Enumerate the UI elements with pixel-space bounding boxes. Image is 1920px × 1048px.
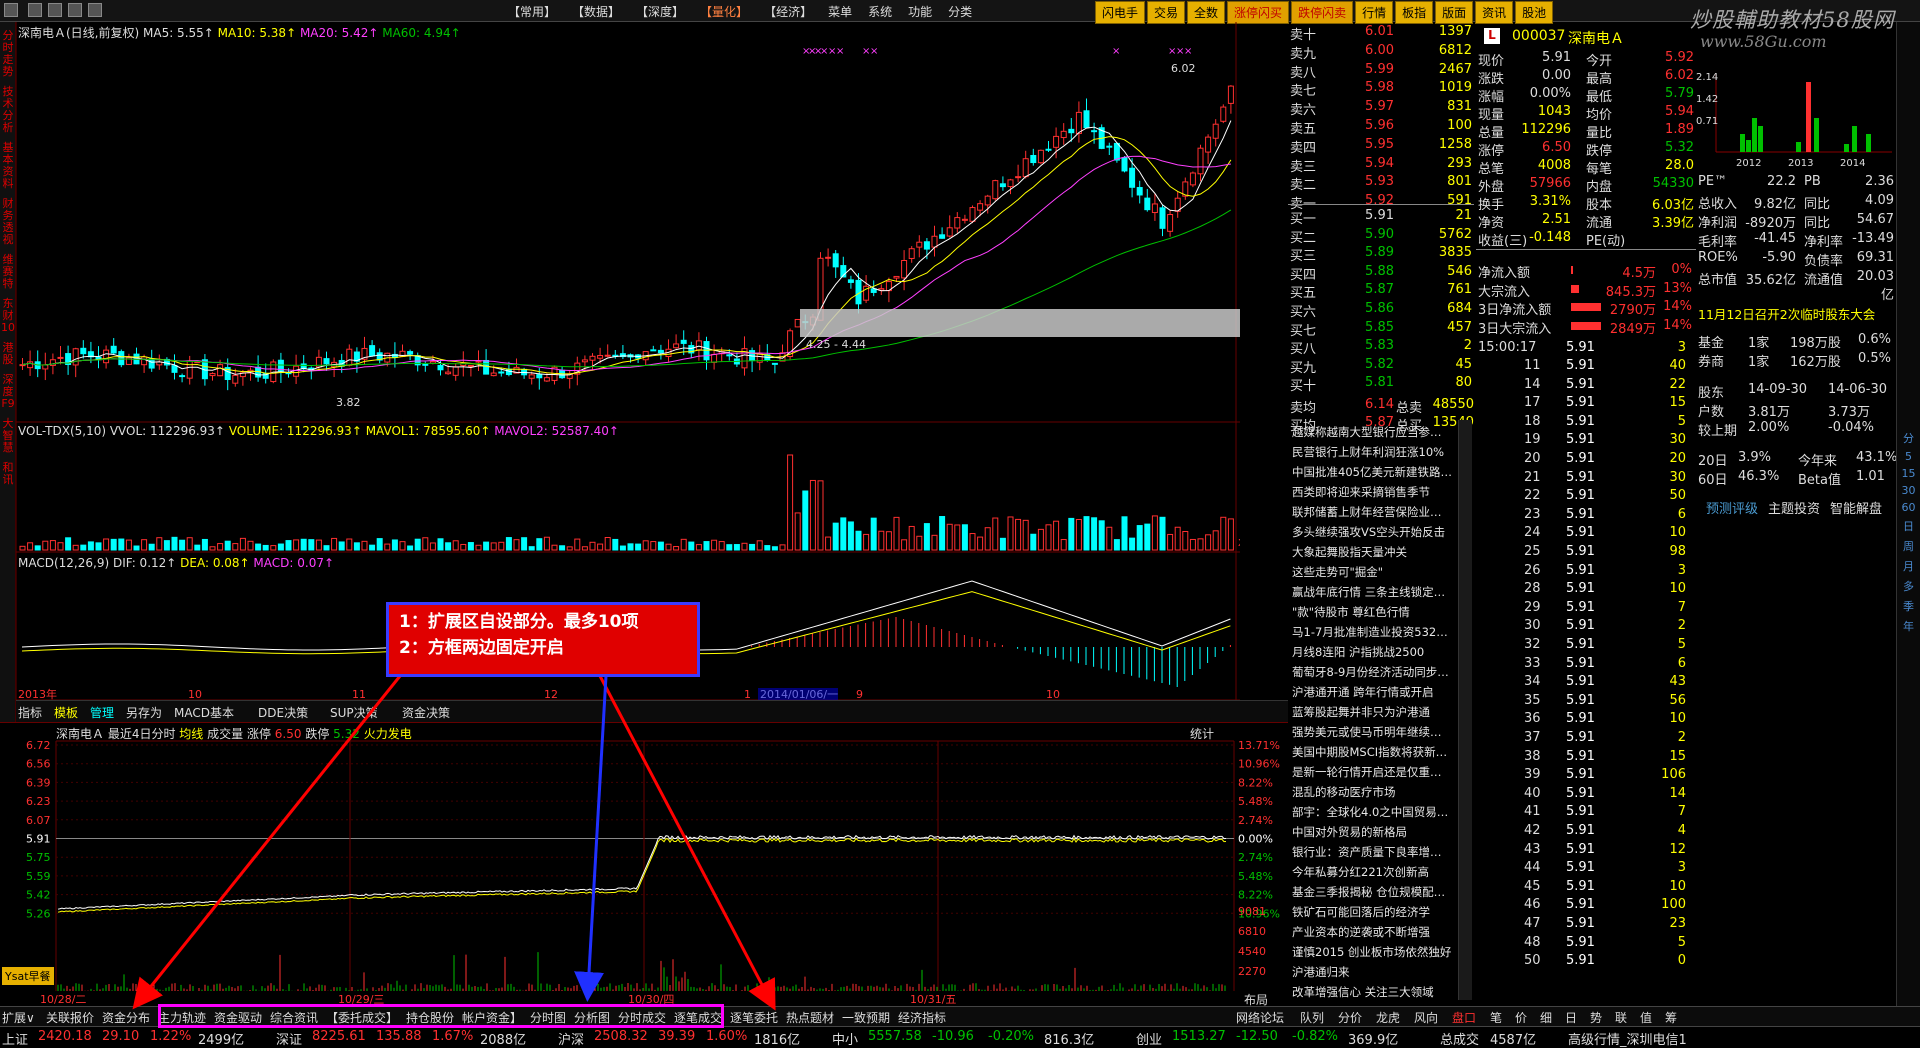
arrow-left: [132, 675, 402, 1010]
arrow-center: [574, 675, 608, 1002]
annotation-box: 1：扩展区自设部分。最多10项 2：方框两边固定开启: [386, 602, 700, 677]
highlight-box: [158, 1004, 724, 1028]
arrow-right: [598, 675, 776, 1011]
annotation-line-1: 1：扩展区自设部分。最多10项: [399, 612, 639, 632]
annotation-line-2: 2：方框两边固定开启: [399, 638, 564, 658]
annotation-arrows: [132, 675, 776, 1011]
